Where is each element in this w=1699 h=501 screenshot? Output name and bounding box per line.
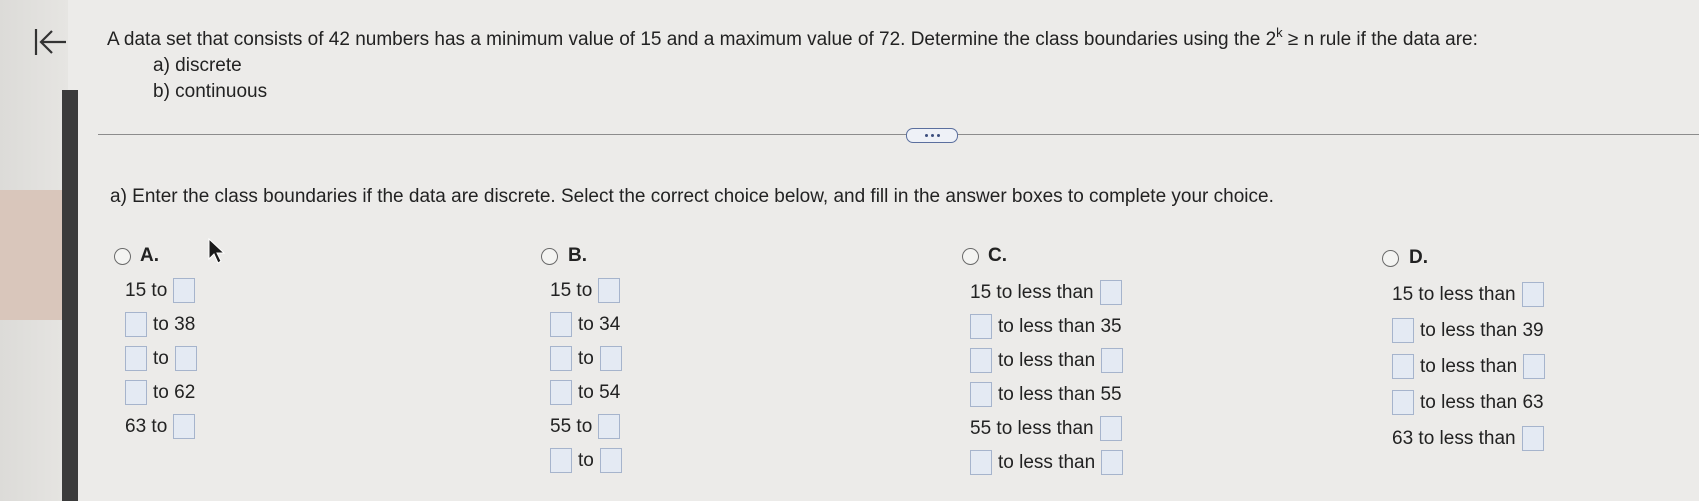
mouse-pointer-icon [208,238,226,264]
expand-more-button[interactable] [906,128,958,143]
answer-box[interactable] [598,414,621,439]
choice-b-row-1: 15 to [550,278,621,303]
answer-box[interactable] [1101,348,1124,373]
choice-d-row-1: 15 to less than [1392,282,1544,307]
choice-d-label: D. [1409,247,1428,268]
answer-box[interactable] [550,312,572,337]
choice-c-radio[interactable] [962,248,979,265]
answer-box[interactable] [1521,282,1544,307]
choice-c-row-6: to less than [970,450,1124,475]
answer-box[interactable] [1392,390,1414,415]
answer-box[interactable] [1099,416,1122,441]
choice-a-row-3: to [125,346,197,371]
answer-box[interactable] [174,346,197,371]
answer-box[interactable] [550,380,572,405]
answer-box[interactable] [550,448,572,473]
choice-d-row-3: to less than [1392,354,1546,379]
answer-box[interactable] [970,314,992,339]
ellipsis-icon [924,134,928,137]
choice-b-row-6: to [550,448,622,473]
answer-box[interactable] [1392,354,1414,379]
left-scroll-bar[interactable] [62,90,78,501]
choice-c-label: C. [988,245,1007,266]
answer-box[interactable] [1099,280,1122,305]
answer-box[interactable] [970,382,992,407]
choice-a-row-2: to 38 [125,312,195,337]
answer-box[interactable] [598,278,621,303]
choice-a-label: A. [140,245,159,266]
answer-box[interactable] [1521,426,1544,451]
part-a-prompt: a) Enter the class boundaries if the dat… [110,186,1274,207]
answer-box[interactable] [1392,318,1414,343]
left-panel-band [0,190,62,320]
answer-box[interactable] [125,312,147,337]
answer-box[interactable] [173,278,196,303]
choice-a-row-4: to 62 [125,380,195,405]
answer-box[interactable] [970,450,992,475]
choice-a-radio[interactable] [114,248,131,265]
answer-box[interactable] [599,448,622,473]
choice-c-row-4: to less than 55 [970,382,1122,407]
choice-c-row-1: 15 to less than [970,280,1122,305]
arrow-left-icon [34,29,66,55]
choice-a-row-5: 63 to [125,414,196,439]
question-part-b: b) continuous [153,81,268,102]
back-arrow-button[interactable] [30,22,70,62]
answer-box[interactable] [125,346,147,371]
answer-box[interactable] [173,414,196,439]
answer-box[interactable] [599,346,622,371]
choice-d-radio[interactable] [1382,250,1399,267]
question-stem: A data set that consists of 42 numbers h… [107,25,1478,50]
answer-box[interactable] [1101,450,1124,475]
question-text: A data set that consists of 42 numbers h… [107,20,1478,105]
answer-box[interactable] [125,380,147,405]
choice-d-row-2: to less than 39 [1392,318,1544,343]
choice-d-row-4: to less than 63 [1392,390,1544,415]
choice-b-row-5: 55 to [550,414,621,439]
choice-b-row-2: to 34 [550,312,620,337]
choice-b-row-3: to [550,346,622,371]
choice-c-row-5: 55 to less than [970,416,1122,441]
choice-d-row-5: 63 to less than [1392,426,1544,451]
choice-b-row-4: to 54 [550,380,620,405]
answer-box[interactable] [1523,354,1546,379]
choice-a-row-1: 15 to [125,278,196,303]
answer-box[interactable] [970,348,992,373]
answer-box[interactable] [550,346,572,371]
section-divider [98,134,1699,135]
choice-c-row-3: to less than [970,348,1124,373]
choice-c-row-2: to less than 35 [970,314,1122,339]
choice-b-radio[interactable] [541,248,558,265]
choice-b-label: B. [568,245,587,266]
question-part-a: a) discrete [153,55,242,76]
